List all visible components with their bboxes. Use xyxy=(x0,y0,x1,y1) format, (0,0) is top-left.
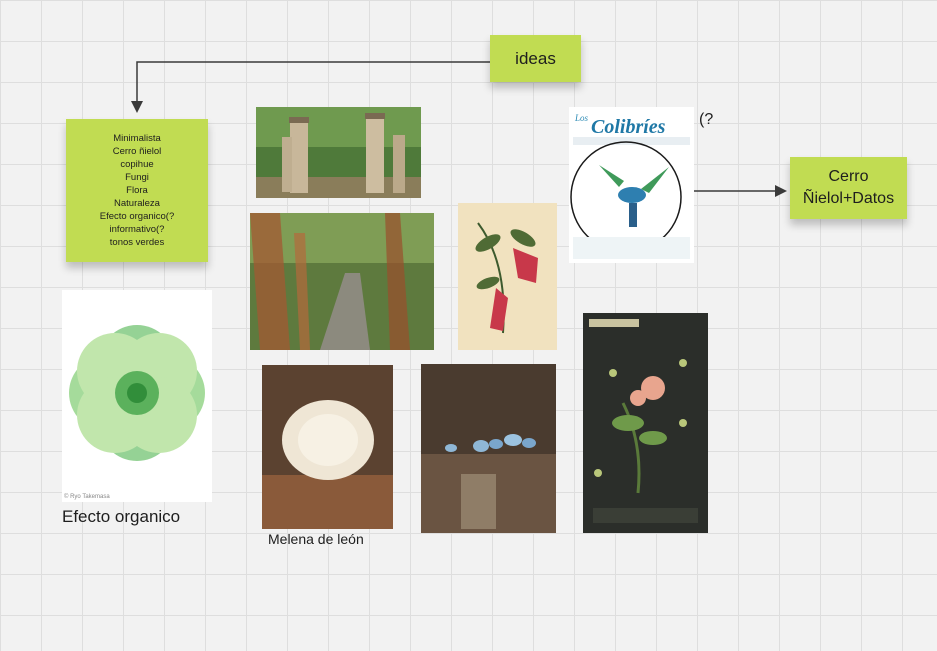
image-blue-mushrooms[interactable] xyxy=(421,364,556,533)
image-dark-botanical-poster[interactable] xyxy=(583,313,708,533)
whiteboard-canvas[interactable]: ideas Minimalista Cerro ñielol copihue F… xyxy=(0,0,937,651)
copihue-graphic xyxy=(458,203,557,350)
colibries-prefix: Los xyxy=(574,113,589,123)
keyword-line: Naturaleza xyxy=(114,198,160,209)
sticky-cerro-line: Cerro xyxy=(828,168,869,185)
keyword-line: informativo(? xyxy=(109,224,165,235)
sticky-note-cerro[interactable]: Cerro Ñielol+Datos xyxy=(790,157,907,219)
keyword-line: Flora xyxy=(126,185,148,196)
sticky-ideas-text: ideas xyxy=(515,48,556,68)
image-credit: © Ryo Takemasa xyxy=(64,493,110,500)
caption-question: (? xyxy=(699,111,714,128)
connector-ideas-to-list xyxy=(131,61,490,113)
image-melena-de-leon[interactable] xyxy=(262,365,393,529)
sticky-note-ideas[interactable]: ideas xyxy=(490,35,581,82)
totems-graphic xyxy=(256,107,421,198)
keyword-line: Fungi xyxy=(125,172,149,183)
keyword-line: tonos verdes xyxy=(109,237,165,248)
melena-graphic xyxy=(262,365,393,529)
dark-botanical-graphic xyxy=(583,313,708,533)
sticky-cerro-line: Ñielol+Datos xyxy=(802,190,895,207)
blue-mushrooms-graphic xyxy=(421,364,556,533)
keyword-line: Cerro ñielol xyxy=(112,146,162,157)
image-organic-circles[interactable]: © Ryo Takemasa xyxy=(62,290,212,502)
caption-melena-de-leon: Melena de león xyxy=(268,531,364,547)
keyword-line: Efecto organico(? xyxy=(99,211,175,222)
image-copihue[interactable] xyxy=(458,203,557,350)
forest-stairs-graphic xyxy=(250,213,434,350)
colibries-graphic: Los Colibríes xyxy=(569,107,694,263)
organic-circles-graphic: © Ryo Takemasa xyxy=(64,325,205,500)
image-totems[interactable] xyxy=(256,107,421,198)
caption-efecto-organico: Efecto organico xyxy=(62,507,181,526)
sticky-note-keywords[interactable]: Minimalista Cerro ñielol copihue Fungi F… xyxy=(66,119,208,262)
image-colibries-poster[interactable]: Los Colibríes xyxy=(569,107,694,263)
keyword-line: copihue xyxy=(120,159,154,170)
image-forest-stairs[interactable] xyxy=(250,213,434,350)
colibries-title: Colibríes xyxy=(591,116,666,138)
keyword-line: Minimalista xyxy=(113,133,161,144)
